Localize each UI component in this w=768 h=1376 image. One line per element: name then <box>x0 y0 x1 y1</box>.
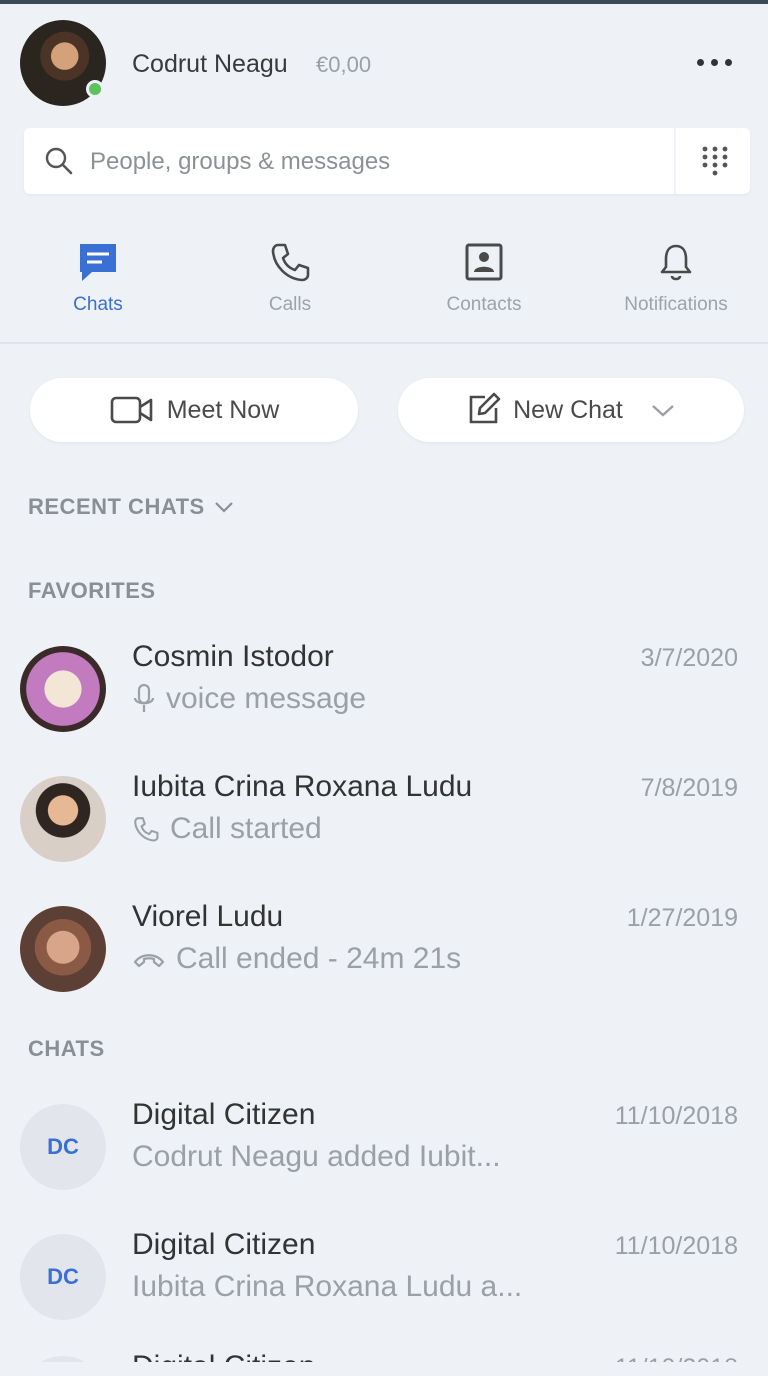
tab-calls[interactable]: Calls <box>200 226 380 338</box>
recent-chats-heading[interactable]: RECENT CHATS <box>28 494 235 520</box>
chevron-down-icon[interactable] <box>649 400 677 420</box>
chat-preview: Codrut Neagu added Iubit... <box>132 1140 501 1174</box>
contact-name: Viorel Ludu <box>132 900 284 933</box>
tab-chats[interactable]: Chats <box>8 226 188 338</box>
chat-date: 11/10/2018 <box>614 1102 738 1130</box>
chat-date: 7/8/2019 <box>640 774 738 802</box>
search-icon <box>45 147 73 175</box>
phone-icon <box>134 817 159 842</box>
contact-name: Iubita Crina Roxana Ludu <box>132 770 473 803</box>
chevron-down-icon <box>214 502 233 513</box>
bell-icon <box>660 244 692 281</box>
chat-preview-text: Call ended - 24m 21s <box>176 942 462 975</box>
main-nav: Chats Calls Contacts Notifications <box>0 226 768 338</box>
meet-now-button[interactable]: Meet Now <box>30 378 358 442</box>
profile-header: Codrut Neagu €0,00 <box>0 4 768 114</box>
skype-credit[interactable]: €0,00 <box>316 52 371 78</box>
contacts-icon <box>465 243 503 281</box>
user-name[interactable]: Codrut Neagu <box>132 50 288 79</box>
new-chat-button[interactable]: New Chat <box>398 378 744 442</box>
chat-date: 11/10/2018 <box>614 1232 738 1260</box>
tab-contacts[interactable]: Contacts <box>394 226 574 338</box>
new-chat-label: New Chat <box>513 395 623 424</box>
presence-status-icon <box>86 80 104 98</box>
favorites-heading: FAVORITES <box>28 578 156 603</box>
phone-icon <box>271 243 310 282</box>
chat-preview-text: Iubita Crina Roxana Ludu a... <box>132 1270 523 1303</box>
group-name: Digital Citizen <box>132 1098 316 1131</box>
chat-row-iubita-crina-roxana-ludu[interactable]: Iubita Crina Roxana Ludu 7/8/2019 Call s… <box>0 770 768 890</box>
chat-preview: Call started <box>132 812 322 846</box>
list-bottom-edge <box>0 1362 768 1376</box>
group-name: Digital Citizen <box>132 1228 316 1261</box>
hangup-icon <box>133 954 165 968</box>
contact-name: Cosmin Istodor <box>132 640 334 673</box>
chat-preview-text: Call started <box>170 812 322 845</box>
chat-preview: Iubita Crina Roxana Ludu a... <box>132 1270 522 1304</box>
group-avatar: DC <box>20 1234 106 1320</box>
avatar <box>20 646 106 732</box>
tab-contacts-label: Contacts <box>446 294 522 315</box>
search-divider <box>674 128 676 194</box>
chat-date: 3/7/2020 <box>640 644 738 672</box>
chat-preview-text: voice message <box>166 682 367 715</box>
tab-notifications[interactable]: Notifications <box>586 226 766 338</box>
chats-heading: CHATS <box>28 1036 105 1061</box>
chat-preview-text: Codrut Neagu added Iubit... <box>132 1140 501 1173</box>
video-camera-icon <box>110 396 153 424</box>
recent-chats-label: RECENT CHATS <box>28 494 205 519</box>
search-input[interactable] <box>88 138 682 186</box>
chat-date: 1/27/2019 <box>626 904 738 932</box>
avatar <box>20 906 106 992</box>
chat-row-cosmin-istodor[interactable]: Cosmin Istodor 3/7/2020 voice message <box>0 640 768 760</box>
chat-row-viorel-ludu[interactable]: Viorel Ludu 1/27/2019 Call ended - 24m 2… <box>0 900 768 1020</box>
tab-calls-label: Calls <box>268 294 312 315</box>
chat-row-digital-citizen[interactable]: DC Digital Citizen 11/10/2018 Codrut Nea… <box>0 1098 768 1218</box>
more-options-icon[interactable] <box>690 44 738 80</box>
nav-divider <box>0 342 768 344</box>
chat-preview: Call ended - 24m 21s <box>132 942 461 976</box>
search-bar <box>24 128 750 194</box>
dialpad-icon[interactable] <box>696 142 734 180</box>
chat-row-digital-citizen[interactable]: DC Digital Citizen 11/10/2018 Iubita Cri… <box>0 1228 768 1348</box>
tab-notifications-label: Notifications <box>624 294 728 315</box>
tab-chats-label: Chats <box>73 294 123 315</box>
compose-icon <box>469 392 501 424</box>
chat-preview: voice message <box>132 682 366 716</box>
meet-now-label: Meet Now <box>166 395 280 424</box>
group-avatar: DC <box>20 1104 106 1190</box>
microphone-icon <box>133 683 155 712</box>
chat-icon <box>80 244 116 281</box>
avatar <box>20 776 106 862</box>
